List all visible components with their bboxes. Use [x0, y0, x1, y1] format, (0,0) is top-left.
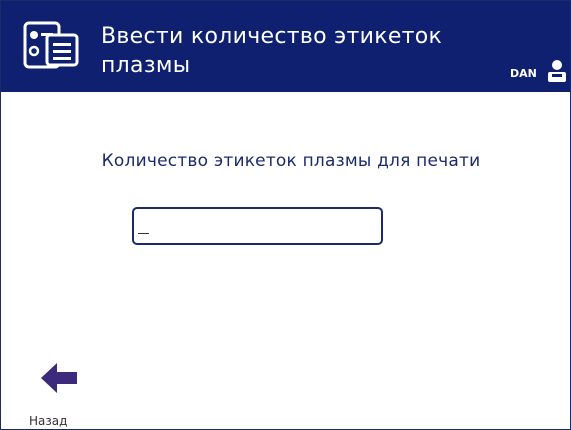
text-cursor — [138, 233, 149, 234]
quantity-prompt: Количество этикеток плазмы для печати — [101, 151, 481, 171]
quantity-input[interactable] — [132, 207, 383, 245]
label-printer-icon — [23, 21, 79, 69]
header-bar: Ввести количество этикеток плазмы DAN — [1, 1, 570, 92]
page-title-line-1: Ввести количество этикеток — [101, 24, 443, 49]
page-title: Ввести количество этикеток плазмы — [101, 22, 491, 80]
page-title-line-2: плазмы — [101, 53, 191, 78]
back-button-label: Назад — [29, 414, 68, 428]
user-name: DAN — [510, 67, 537, 80]
user-icon — [548, 60, 566, 82]
arrow-left-icon — [41, 363, 77, 393]
screen: Ввести количество этикеток плазмы DAN Ко… — [0, 0, 571, 430]
back-button[interactable]: Назад — [29, 356, 89, 428]
